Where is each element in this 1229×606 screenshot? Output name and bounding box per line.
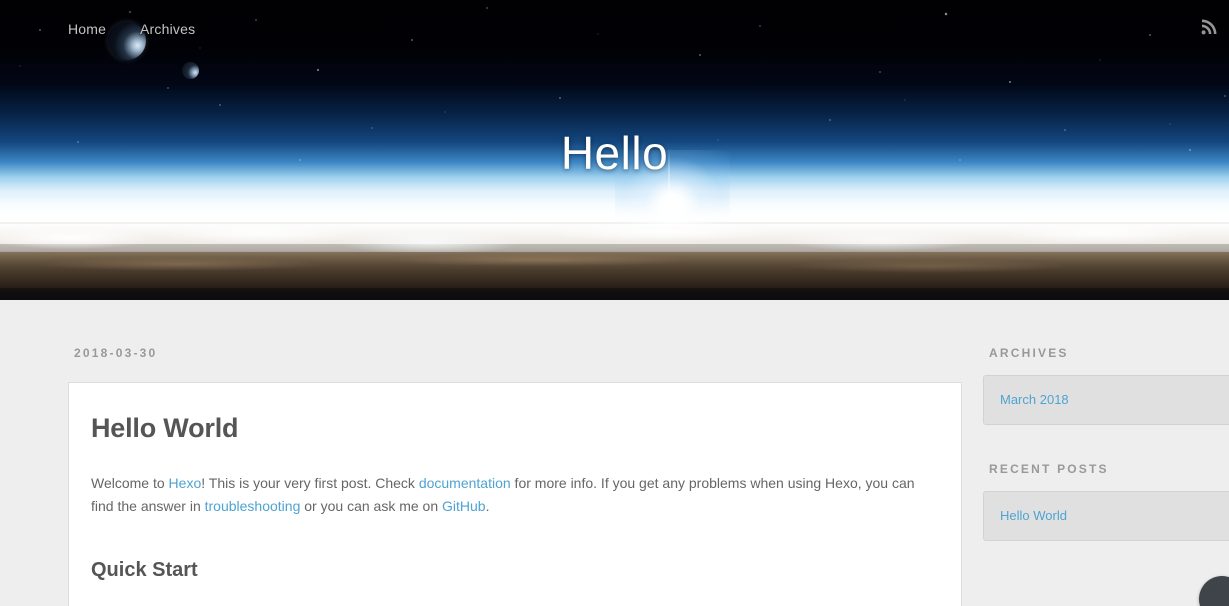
page-content: 2018-03-30 Hello World Welcome to Hexo! … [0, 300, 1229, 606]
post-date: 2018-03-30 [74, 346, 158, 360]
link-troubleshooting[interactable]: troubleshooting [205, 498, 301, 514]
nav-item-home[interactable]: Home [68, 21, 106, 37]
site-navigation: Home Archives [0, 0, 1229, 58]
rss-icon[interactable] [1201, 19, 1217, 35]
widget-recent-posts: Hello World [983, 491, 1229, 541]
post-title[interactable]: Hello World [91, 413, 939, 444]
main-column: 2018-03-30 Hello World Welcome to Hexo! … [68, 346, 962, 606]
nav-item-archives[interactable]: Archives [140, 21, 195, 37]
recent-post-item-hello-world[interactable]: Hello World [1000, 506, 1229, 526]
widget-archives: March 2018 [983, 375, 1229, 425]
post-card: Hello World Welcome to Hexo! This is you… [68, 382, 962, 606]
link-documentation[interactable]: documentation [419, 475, 511, 491]
intro-text-5: . [485, 498, 490, 514]
sidebar: ARCHIVES March 2018 RECENT POSTS Hello W… [983, 346, 1229, 578]
link-github[interactable]: GitHub [442, 498, 486, 514]
intro-text-4: or you can ask me on [300, 498, 443, 514]
widget-title-archives: ARCHIVES [989, 346, 1069, 360]
widget-title-recent-posts: RECENT POSTS [989, 462, 1109, 476]
earth-surface [0, 252, 1229, 300]
page-title: Hello [560, 127, 669, 179]
intro-text-1: Welcome to [91, 475, 169, 491]
intro-text-2: ! This is your very first post. Check [201, 475, 419, 491]
archive-item-march-2018[interactable]: March 2018 [1000, 390, 1229, 410]
link-hexo[interactable]: Hexo [169, 475, 202, 491]
post-intro-paragraph: Welcome to Hexo! This is your very first… [91, 472, 939, 518]
hero-banner: Home Archives Hello [0, 0, 1229, 300]
heading-quick-start: Quick Start [91, 559, 198, 581]
earth-shadow [0, 288, 1229, 300]
small-moon-icon [182, 62, 199, 79]
